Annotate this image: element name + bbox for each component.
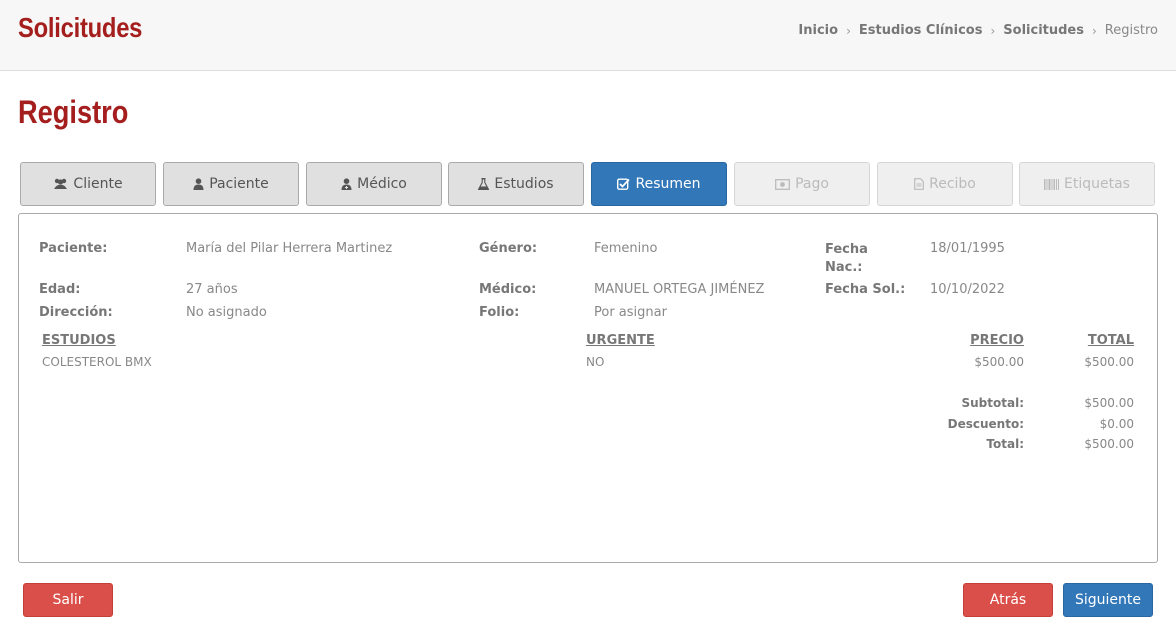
money-icon [775,178,791,190]
tab-label: Recibo [929,176,976,192]
user-icon [193,178,204,190]
tab-estudios[interactable]: Estudios [448,162,584,206]
edad-value: 27 años [186,282,238,297]
estudios-column-header: ESTUDIOS [42,333,116,348]
tab-cliente[interactable]: Cliente [20,162,156,206]
edad-label: Edad: [39,282,81,297]
tab-paciente[interactable]: Paciente [163,162,299,206]
users-icon [53,178,68,190]
genero-value: Femenino [594,241,658,256]
tab-label: Etiquetas [1064,176,1130,192]
atras-button[interactable]: Atrás [963,583,1053,617]
check-square-icon [617,178,631,190]
total-label: Total: [986,437,1024,451]
paciente-value: María del Pilar Herrera Martinez [186,241,393,256]
urgente-cell: NO [586,355,605,369]
tab-label: Cliente [73,176,123,192]
precio-cell: $500.00 [974,355,1024,369]
tab-pago: Pago [734,162,870,206]
total-cell: $500.00 [1084,355,1134,369]
breadcrumb-solicitudes[interactable]: Solicitudes [1003,23,1084,38]
top-bar: Solicitudes Inicio › Estudios Clínicos ›… [0,0,1176,71]
fecha-nac-value: 18/01/1995 [930,241,1005,256]
tab-label: Médico [357,176,407,192]
tab-label: Paciente [209,176,269,192]
breadcrumb-separator: › [1091,23,1097,38]
app-title: Solicitudes [18,12,143,43]
file-text-icon [914,178,925,190]
page-title: Registro [18,94,129,130]
precio-column-header: PRECIO [970,333,1024,348]
wizard-tabs: Cliente Paciente Médico Estudios Resumen… [20,162,1156,208]
estudio-cell: COLESTEROL BMX [42,355,152,369]
total-value: $500.00 [1084,437,1134,451]
descuento-value: $0.00 [1099,417,1134,431]
tab-label: Resumen [635,176,701,192]
summary-panel: Paciente: María del Pilar Herrera Martin… [18,213,1158,563]
breadcrumb-estudios-clinicos[interactable]: Estudios Clínicos [859,23,983,38]
total-column-header: TOTAL [1087,333,1134,348]
tab-medico[interactable]: Médico [306,162,442,206]
direccion-value: No asignado [186,305,267,320]
flask-icon [478,178,490,190]
subtotal-value: $500.00 [1084,396,1134,410]
breadcrumb-separator: › [846,23,851,38]
folio-label: Folio: [479,305,520,320]
breadcrumb-separator: › [990,23,996,38]
salir-button[interactable]: Salir [23,583,113,617]
genero-label: Género: [479,241,538,256]
tab-etiquetas: Etiquetas [1019,162,1155,206]
medico-value: MANUEL ORTEGA JIMÉNEZ [594,282,765,297]
breadcrumb: Inicio › Estudios Clínicos › Solicitudes… [798,23,1158,38]
folio-value: Por asignar [594,305,667,320]
urgente-column-header: URGENTE [586,333,655,348]
siguiente-button[interactable]: Siguiente [1063,583,1153,617]
breadcrumb-inicio[interactable]: Inicio [798,23,838,38]
tab-label: Estudios [494,176,554,192]
tab-resumen[interactable]: Resumen [591,162,727,206]
tab-recibo: Recibo [877,162,1013,206]
fecha-nac-label-line1: Fecha [825,242,868,257]
medico-label: Médico: [479,282,537,297]
subtotal-label: Subtotal: [961,396,1024,410]
fecha-nac-label-line2: Nac.: [825,260,863,275]
fecha-sol-value: 10/10/2022 [930,282,1005,297]
descuento-label: Descuento: [947,417,1024,431]
direccion-label: Dirección: [39,305,113,320]
tab-label: Pago [795,176,829,192]
breadcrumb-registro: Registro [1104,23,1158,38]
user-md-icon [341,178,352,190]
barcode-icon [1044,178,1060,190]
fecha-nac-label: Fecha Nac.: [825,241,868,277]
paciente-label: Paciente: [39,241,108,256]
fecha-sol-label: Fecha Sol.: [825,282,906,297]
